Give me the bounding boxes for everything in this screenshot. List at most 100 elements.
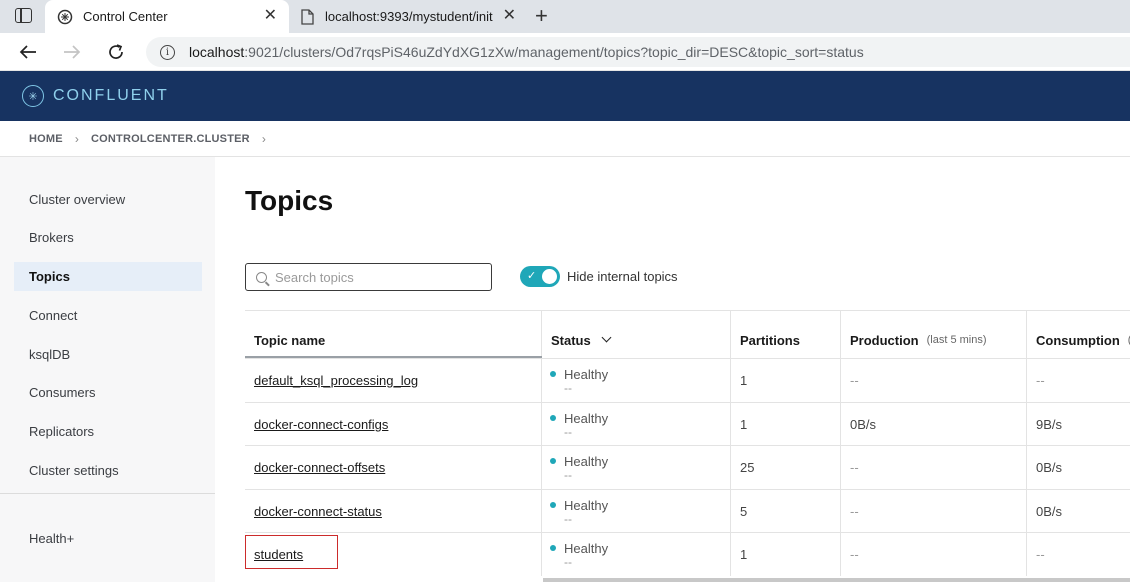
tab-control-center[interactable]: Control Center ✕ <box>45 0 289 33</box>
breadcrumb: HOME › CONTROLCENTER.CLUSTER › <box>0 121 1130 157</box>
table-row[interactable]: default_ksql_processing_log Healthy -- 1… <box>245 358 1130 402</box>
chevron-right-icon: › <box>74 131 80 146</box>
topic-link[interactable]: default_ksql_processing_log <box>254 373 418 388</box>
production-cell: -- <box>841 446 1027 489</box>
column-header-sublabel: (last 5 mins) <box>926 334 987 346</box>
column-header-label: Status <box>551 332 591 348</box>
status-subtext: -- <box>564 424 572 439</box>
status-text: Healthy <box>564 453 609 469</box>
forward-icon[interactable] <box>60 40 84 64</box>
partitions-cell: 1 <box>731 533 841 576</box>
chevron-down-icon <box>601 332 612 343</box>
topic-link[interactable]: docker-connect-offsets <box>254 460 385 475</box>
column-header-label: Consumption <box>1036 332 1120 348</box>
production-cell: 0B/s <box>841 403 1027 446</box>
table-row[interactable]: docker-connect-offsets Healthy -- 25 -- … <box>245 445 1130 489</box>
table-header: Topic name Status Partitions Production … <box>245 310 1130 359</box>
close-icon[interactable]: ✕ <box>503 8 516 24</box>
column-header-topic-name[interactable]: Topic name <box>245 311 542 359</box>
table-row[interactable]: docker-connect-status Healthy -- 5 -- 0B… <box>245 489 1130 533</box>
address-bar: i localhost:9021/clusters/Od7rqsPiS46uZd… <box>0 33 1130 71</box>
consumption-cell: -- <box>1036 373 1045 388</box>
url-path: :9021/clusters/Od7rqsPiS46uZdYdXG1zXw/ma… <box>244 44 864 60</box>
sidebar-item-replicators[interactable]: Replicators <box>14 417 202 446</box>
confluent-favicon-icon <box>57 9 73 25</box>
column-header-partitions[interactable]: Partitions <box>731 311 841 359</box>
consumption-cell: 0B/s <box>1036 460 1063 475</box>
status-dot-icon <box>550 545 556 551</box>
back-icon[interactable] <box>16 40 40 64</box>
topic-name-cell: docker-connect-offsets <box>245 446 542 489</box>
tab-title: localhost:9393/mystudent/init <box>325 9 493 24</box>
column-header-consumption[interactable]: Consumption ( <box>1027 311 1130 359</box>
status-text: Healthy <box>564 410 609 426</box>
status-subtext: -- <box>564 467 572 482</box>
status-subtext: -- <box>564 511 572 526</box>
status-cell: Healthy -- <box>542 359 731 402</box>
table-row[interactable]: students Healthy -- 1 -- -- <box>245 532 1130 576</box>
brand-name[interactable]: CONFLUENT <box>53 87 169 105</box>
status-text: Healthy <box>564 540 609 556</box>
close-icon[interactable]: ✕ <box>264 8 277 24</box>
column-header-status[interactable]: Status <box>542 311 731 359</box>
sidebar-item-consumers[interactable]: Consumers <box>14 378 202 407</box>
tab-title: Control Center <box>83 9 168 24</box>
chevron-right-icon: › <box>261 131 267 146</box>
partitions-cell: 1 <box>731 359 841 402</box>
search-icon <box>256 271 267 283</box>
reload-icon[interactable] <box>104 40 128 64</box>
breadcrumb-cluster[interactable]: CONTROLCENTER.CLUSTER <box>91 133 250 145</box>
info-icon[interactable]: i <box>160 44 175 60</box>
status-dot-icon <box>550 458 556 464</box>
production-cell: -- <box>841 490 1027 533</box>
new-tab-icon[interactable]: + <box>535 4 548 28</box>
status-text: Healthy <box>564 366 609 382</box>
sidebar-item-cluster-settings[interactable]: Cluster settings <box>14 456 202 485</box>
confluent-logo-icon[interactable]: ✳ <box>22 85 44 107</box>
status-dot-icon <box>550 415 556 421</box>
table-row[interactable]: docker-connect-configs Healthy -- 1 0B/s… <box>245 402 1130 446</box>
toggle-label: Hide internal topics <box>567 269 678 284</box>
hide-internal-topics-toggle[interactable]: ✓ <box>520 266 560 287</box>
url-field[interactable]: i localhost:9021/clusters/Od7rqsPiS46uZd… <box>146 37 1130 67</box>
status-cell: Healthy -- <box>542 403 731 446</box>
page-title: Topics <box>245 185 334 216</box>
status-cell: Healthy -- <box>542 533 731 576</box>
horizontal-scrollbar[interactable] <box>543 578 1130 582</box>
sidebar-item-connect[interactable]: Connect <box>14 301 202 330</box>
search-input[interactable] <box>275 269 475 285</box>
status-dot-icon <box>550 502 556 508</box>
search-box[interactable] <box>245 263 492 291</box>
status-subtext: -- <box>564 554 572 569</box>
column-header-production[interactable]: Production (last 5 mins) <box>841 311 1027 359</box>
sidebar-divider <box>0 493 215 494</box>
sidebar: Cluster overview Brokers Topics Connect … <box>0 157 215 582</box>
app-header: ✳ CONFLUENT <box>0 71 1130 121</box>
toggle-knob <box>542 269 557 284</box>
page-icon <box>299 8 315 25</box>
status-cell: Healthy -- <box>542 446 731 489</box>
consumption-cell: 0B/s <box>1036 504 1063 519</box>
breadcrumb-home[interactable]: HOME <box>29 133 63 145</box>
partitions-cell: 25 <box>731 446 841 489</box>
tab-mystudent[interactable]: localhost:9393/mystudent/init ✕ <box>290 0 528 33</box>
topic-name-cell: docker-connect-configs <box>245 403 542 446</box>
topic-link[interactable]: docker-connect-configs <box>254 417 388 432</box>
consumption-cell: -- <box>1036 547 1045 562</box>
tab-actions-icon[interactable] <box>15 8 32 23</box>
production-cell: -- <box>841 359 1027 402</box>
sidebar-item-health-plus[interactable]: Health+ <box>14 524 202 553</box>
topic-name-cell: docker-connect-status <box>245 490 542 533</box>
topic-name-cell: default_ksql_processing_log <box>245 359 542 402</box>
annotation-highlight-box <box>245 535 338 569</box>
topic-link[interactable]: docker-connect-status <box>254 504 382 519</box>
sidebar-item-cluster-overview[interactable]: Cluster overview <box>14 185 202 214</box>
column-header-label: Production <box>850 332 919 348</box>
column-header-label: Topic name <box>254 332 326 348</box>
browser-tab-bar: Control Center ✕ localhost:9393/mystuden… <box>0 0 1130 33</box>
sidebar-item-topics[interactable]: Topics <box>14 262 202 291</box>
sidebar-item-brokers[interactable]: Brokers <box>14 223 202 252</box>
status-subtext: -- <box>564 380 572 395</box>
check-icon: ✓ <box>527 270 537 282</box>
sidebar-item-ksqldb[interactable]: ksqlDB <box>14 340 202 369</box>
